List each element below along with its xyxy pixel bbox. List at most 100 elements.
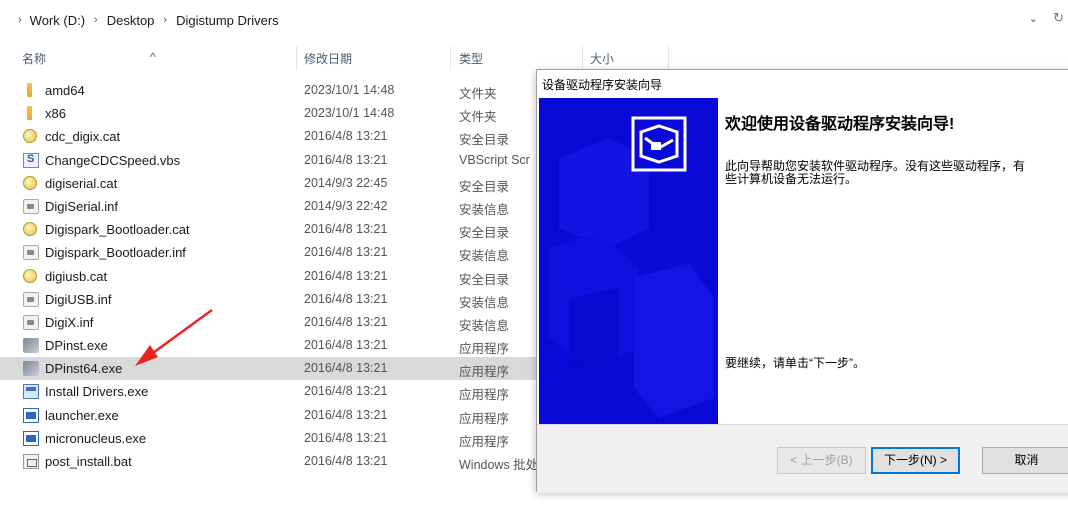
column-divider[interactable] [582,46,583,70]
file-type: 安全目录 [459,133,510,148]
sort-ascending-icon: ^ [150,50,156,64]
file-name[interactable]: Digispark_Bootloader.inf [45,245,186,260]
file-modified-date: 2016/4/8 13:21 [304,407,388,422]
column-divider[interactable] [296,46,297,70]
cancel-button[interactable]: 取消 [982,447,1068,474]
file-row[interactable]: x86 2023/10/1 14:48 文件夹 [0,102,540,125]
file-name[interactable]: ChangeCDCSpeed.vbs [45,153,180,168]
file-modified-date: 2016/4/8 13:21 [304,361,388,376]
file-name[interactable]: micronucleus.exe [45,431,146,446]
file-name[interactable]: Install Drivers.exe [45,384,148,399]
file-modified-date: 2023/10/1 14:48 [304,106,395,121]
file-name[interactable]: launcher.exe [45,408,119,423]
file-row[interactable]: DigiSerial.inf 2014/9/3 22:42 安装信息 [0,195,540,218]
breadcrumb-leading-chevron-icon[interactable]: › [18,14,22,26]
column-divider[interactable] [450,46,451,70]
wizard-continue-instruction: 要继续，请单击“下一步”。 [725,356,865,370]
file-type: 应用程序 [459,434,510,449]
file-list: amd64 2023/10/1 14:48 文件夹 x86 2023/10/1 14:4… [0,79,540,473]
file-name[interactable]: post_install.bat [45,454,132,469]
file-modified-date: 2016/4/8 13:21 [304,454,388,468]
back-button[interactable]: < 上一步(B) [777,447,866,474]
file-type: 安装信息 [459,202,510,217]
file-type: 文件夹 [459,110,497,125]
driver-install-wizard-dialog: 设备驱动程序安装向导 欢迎使用设备驱动程序安装向导! 此向导帮助您安装软件驱动程… [536,69,1068,493]
file-modified-date: 2016/4/8 13:21 [304,291,388,306]
file-name[interactable]: DPinst.exe [45,338,108,353]
setup-information-icon [23,198,39,214]
file-type: 应用程序 [459,365,510,380]
file-name[interactable]: digiusb.cat [45,269,107,284]
file-row[interactable]: launcher.exe 2016/4/8 13:21 应用程序 [0,404,540,427]
file-name[interactable]: DigiSerial.inf [45,199,118,214]
wizard-heading: 欢迎使用设备驱动程序安装向导! [725,116,955,133]
file-name[interactable]: amd64 [45,83,85,98]
file-type: 应用程序 [459,411,510,426]
file-row[interactable]: Install Drivers.exe 2016/4/8 13:21 应用程序 [0,380,540,403]
file-row[interactable]: digiserial.cat 2014/9/3 22:45 安全目录 [0,172,540,195]
file-row[interactable]: post_install.bat 2016/4/8 13:21 Windows 批处 [0,450,540,473]
breadcrumb-chevron-icon[interactable]: › [163,14,167,26]
file-row[interactable]: DigiX.inf 2016/4/8 13:21 安装信息 [0,311,540,334]
address-history-dropdown-icon[interactable]: ⌄ [1029,12,1038,25]
file-row[interactable]: cdc_digix.cat 2016/4/8 13:21 安全目录 [0,125,540,148]
setup-information-icon [23,314,39,330]
file-modified-date: 2016/4/8 13:21 [304,245,388,260]
file-row[interactable]: DPinst.exe 2016/4/8 13:21 应用程序 [0,334,540,357]
file-modified-date: 2016/4/8 13:21 [304,268,388,283]
dialog-title[interactable]: 设备驱动程序安装向导 [537,70,1068,97]
file-row[interactable]: DigiUSB.inf 2016/4/8 13:21 安装信息 [0,288,540,311]
breadcrumb-chevron-icon[interactable]: › [94,14,98,26]
file-name[interactable]: digiserial.cat [45,176,117,191]
column-header-date[interactable]: 修改日期 [304,50,352,67]
file-name[interactable]: Digispark_Bootloader.cat [45,222,190,237]
security-catalog-icon [23,129,37,144]
file-name[interactable]: x86 [45,106,66,121]
application-window-icon [23,407,39,423]
file-type: Windows 批处 [459,458,539,472]
file-row[interactable]: digiusb.cat 2016/4/8 13:21 安全目录 [0,265,540,288]
file-modified-date: 2016/4/8 13:21 [304,314,388,329]
security-catalog-icon [23,268,37,283]
file-row[interactable]: ChangeCDCSpeed.vbs 2016/4/8 13:21 VBScript… [0,149,540,172]
file-type: 应用程序 [459,388,510,403]
file-modified-date: 2016/4/8 13:21 [304,152,388,167]
installer-exe-icon [23,361,39,377]
wizard-description: 此向导帮助您安装软件驱动程序。没有这些驱动程序，有些计算机设备无法运行。 [725,159,1026,186]
breadcrumb-desktop[interactable]: Desktop [107,13,155,28]
column-header-type[interactable]: 类型 [459,50,483,67]
installer-exe-icon [23,338,39,354]
file-modified-date: 2016/4/8 13:21 [304,384,388,399]
file-row[interactable]: DPinst64.exe 2016/4/8 13:21 应用程序 [0,357,540,381]
file-name[interactable]: cdc_digix.cat [45,129,120,144]
file-type: 安全目录 [459,179,510,194]
file-row[interactable]: Digispark_Bootloader.inf 2016/4/8 13:21 安装… [0,241,540,264]
address-bar[interactable]: › Work (D:) › Desktop › Digistump Driver… [0,0,1068,40]
wizard-content-panel: 欢迎使用设备驱动程序安装向导! 此向导帮助您安装软件驱动程序。没有这些驱动程序，… [719,98,1068,424]
file-name[interactable]: DPinst64.exe [45,361,122,376]
file-name[interactable]: DigiUSB.inf [45,292,111,307]
file-modified-date: 2016/4/8 13:21 [304,129,388,144]
breadcrumb-drive[interactable]: Work (D:) [30,13,85,28]
file-type: 安全目录 [459,272,510,287]
next-button[interactable]: 下一步(N) > [871,447,960,474]
file-type: 安装信息 [459,249,510,264]
column-header-row: ^ 名称 修改日期 类型 大小 [0,46,670,70]
breadcrumb-current-folder[interactable]: Digistump Drivers [176,13,279,28]
file-row[interactable]: amd64 2023/10/1 14:48 文件夹 [0,79,540,102]
file-row[interactable]: micronucleus.exe 2016/4/8 13:21 应用程序 [0,427,540,450]
vbscript-icon [23,152,39,168]
wizard-button-bar: < 上一步(B) 下一步(N) > 取消 [537,424,1068,493]
column-header-size[interactable]: 大小 [590,50,614,67]
folder-icon [27,83,32,97]
file-row[interactable]: Digispark_Bootloader.cat 2016/4/8 13:21 安全… [0,218,540,241]
refresh-icon[interactable]: ↻ [1053,10,1064,26]
file-type: 安装信息 [459,318,510,333]
file-type: 安装信息 [459,295,510,310]
column-divider[interactable] [668,46,669,70]
column-header-name[interactable]: 名称 [22,50,46,67]
file-modified-date: 2014/9/3 22:42 [304,198,388,213]
file-name[interactable]: DigiX.inf [45,315,93,330]
setup-information-icon [23,291,39,307]
file-type: VBScript Scr [459,152,530,167]
